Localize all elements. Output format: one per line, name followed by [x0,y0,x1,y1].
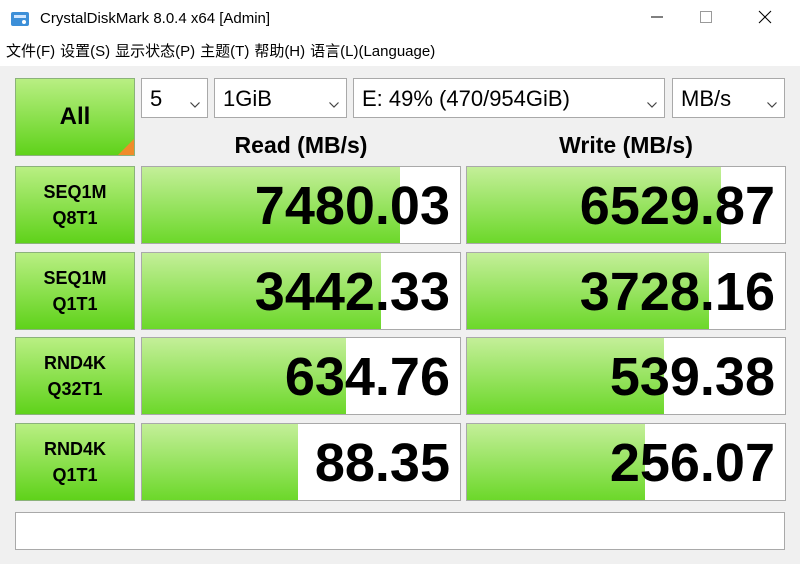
write-result-seq1m-q8t1: 6529.87 [466,166,786,244]
read-header: Read (MB/s) [234,132,368,158]
test-name: SEQ1M [43,268,107,288]
test-button-rnd4k-q32t1[interactable]: RND4K Q32T1 [15,337,135,415]
write-value: 539.38 [609,347,775,407]
write-result-rnd4k-q1t1: 256.07 [466,423,786,501]
write-value: 6529.87 [579,176,775,236]
chevron-down-icon [190,95,200,113]
read-value: 634.76 [284,347,450,407]
menu-file[interactable]: 文件(F) [6,42,55,62]
test-count-select[interactable]: 5 [141,78,208,118]
test-queue: Q8T1 [52,208,98,228]
test-queue: Q1T1 [52,465,98,485]
test-size-select[interactable]: 1GiB [214,78,347,118]
test-name: RND4K [43,439,106,459]
comment-input[interactable] [15,512,785,550]
window-title: CrystalDiskMark 8.0.4 x64 [Admin] [40,10,271,27]
title-bar: CrystalDiskMark 8.0.4 x64 [Admin] [0,0,800,38]
unit-select[interactable]: MB/s [672,78,785,118]
write-value: 3728.16 [579,262,775,322]
menu-bar: 文件(F) 设置(S) 显示状态(P) 主题(T) 帮助(H) 语言(L)(La… [0,38,800,66]
menu-settings[interactable]: 设置(S) [60,42,110,62]
test-size-value: 1GiB [223,86,272,111]
main-panel: All 5 1GiB E: 49% (470/954GiB) MB/s Read… [0,66,800,564]
drive-value: E: 49% (470/954GiB) [362,86,570,111]
test-button-seq1m-q1t1[interactable]: SEQ1M Q1T1 [15,252,135,330]
read-result-seq1m-q1t1: 3442.33 [141,252,461,330]
all-button-label: All [59,103,91,130]
read-result-rnd4k-q32t1: 634.76 [141,337,461,415]
all-button[interactable]: All [15,78,135,156]
close-icon [758,10,772,29]
menu-language[interactable]: 语言(L)(Language) [310,42,435,62]
test-button-seq1m-q8t1[interactable]: SEQ1M Q8T1 [15,166,135,244]
read-value: 88.35 [314,433,450,493]
menu-theme[interactable]: 主题(T) [200,42,249,62]
write-header: Write (MB/s) [559,132,693,158]
write-result-rnd4k-q32t1: 539.38 [466,337,786,415]
write-result-seq1m-q1t1: 3728.16 [466,252,786,330]
write-value: 256.07 [609,433,775,493]
test-queue: Q32T1 [47,379,103,399]
chevron-down-icon [329,95,339,113]
read-bar [142,424,298,500]
test-button-rnd4k-q1t1[interactable]: RND4K Q1T1 [15,423,135,501]
maximize-icon [700,10,712,28]
drive-select[interactable]: E: 49% (470/954GiB) [353,78,665,118]
read-value: 7480.03 [254,176,450,236]
read-result-seq1m-q8t1: 7480.03 [141,166,461,244]
unit-value: MB/s [681,86,732,111]
chevron-down-icon [767,95,777,113]
test-name: SEQ1M [43,182,107,202]
test-count-value: 5 [150,86,163,111]
minimize-icon [651,10,663,28]
crystaldiskmark-icon [10,10,30,28]
corner-marker [118,139,134,155]
test-queue: Q1T1 [52,294,98,314]
menu-display-state[interactable]: 显示状态(P) [115,42,195,62]
read-value: 3442.33 [254,262,450,322]
read-result-rnd4k-q1t1: 88.35 [141,423,461,501]
test-name: RND4K [43,353,106,373]
menu-help[interactable]: 帮助(H) [254,42,305,62]
chevron-down-icon [647,95,657,113]
close-button[interactable] [742,0,788,38]
maximize-button[interactable] [683,0,729,38]
minimize-button[interactable] [634,0,680,38]
